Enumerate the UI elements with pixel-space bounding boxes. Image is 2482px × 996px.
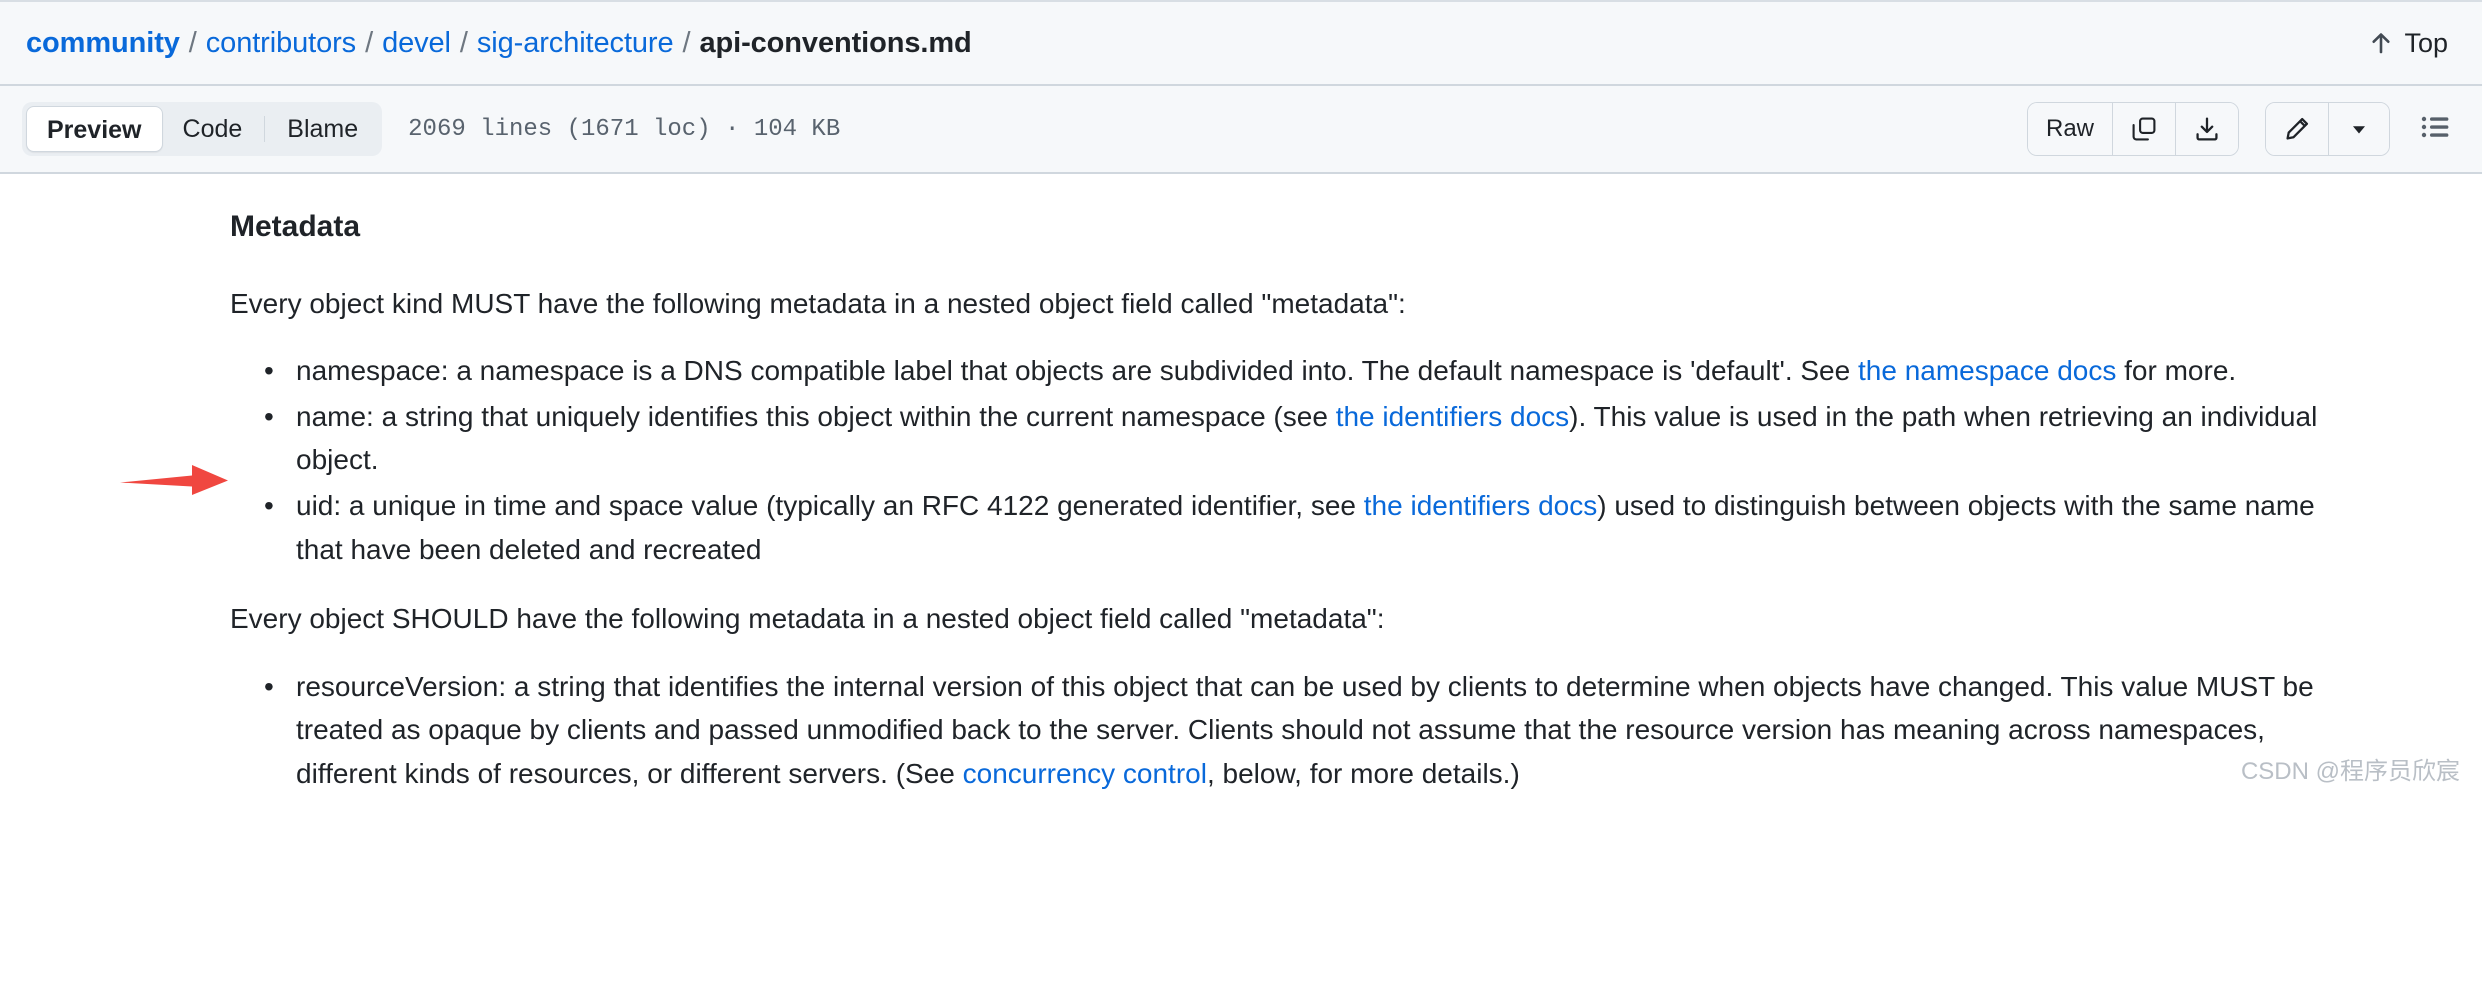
list-item-text-part2: for more.: [2116, 354, 2237, 386]
watermark: CSDN @程序员欣宸: [2240, 757, 2460, 785]
copy-button[interactable]: [2113, 103, 2176, 155]
toolbar-right: Raw: [2026, 102, 2456, 156]
file-header: community / contributors / devel / sig-a…: [0, 0, 2482, 86]
tab-blame[interactable]: Blame: [267, 106, 378, 152]
arrow-up-icon: [2368, 30, 2394, 56]
top-button-label: Top: [2404, 27, 2448, 58]
edit-group: [2265, 102, 2390, 156]
list-unordered-icon: [2420, 111, 2452, 148]
markdown-content: Metadata Every object kind MUST have the…: [0, 174, 2482, 796]
breadcrumb-separator: /: [682, 26, 691, 59]
toolbar-left: Preview Code Blame 2069 lines (1671 loc)…: [22, 102, 840, 156]
breadcrumb-separator: /: [459, 26, 468, 59]
copy-icon: [2131, 116, 2157, 142]
outline-button[interactable]: [2416, 107, 2456, 152]
list-item-text-part1: name: a string that uniquely identifies …: [296, 400, 1336, 432]
breadcrumb-current-file: api-conventions.md: [699, 26, 972, 59]
download-button[interactable]: [2176, 103, 2238, 155]
breadcrumb-item-devel[interactable]: devel: [382, 27, 451, 60]
paragraph-must: Every object kind MUST have the followin…: [230, 287, 1406, 319]
raw-button[interactable]: Raw: [2027, 103, 2113, 155]
breadcrumb-separator: /: [365, 26, 374, 59]
list-item: namespace: a namespace is a DNS compatib…: [264, 349, 2362, 393]
breadcrumb-separator: /: [188, 26, 197, 59]
pencil-icon: [2284, 116, 2310, 142]
file-stats: 2069 lines (1671 loc) · 104 KB: [408, 115, 841, 143]
edit-button[interactable]: [2266, 103, 2329, 155]
paragraph-should: Every object SHOULD have the following m…: [230, 603, 1385, 635]
list-item-text-part1: namespace: a namespace is a DNS compatib…: [296, 354, 1858, 386]
must-metadata-list: namespace: a namespace is a DNS compatib…: [230, 349, 2362, 571]
chevron-down-icon: [2347, 117, 2371, 141]
breadcrumb-item-community[interactable]: community: [26, 27, 180, 60]
breadcrumb: community / contributors / devel / sig-a…: [26, 27, 972, 60]
file-toolbar: Preview Code Blame 2069 lines (1671 loc)…: [0, 86, 2482, 174]
breadcrumb-item-sig-architecture[interactable]: sig-architecture: [477, 27, 674, 60]
raw-copy-download-group: Raw: [2026, 102, 2239, 156]
should-metadata-list: resourceVersion: a string that identifie…: [230, 665, 2362, 796]
list-item: uid: a unique in time and space value (t…: [264, 484, 2362, 571]
list-item: name: a string that uniquely identifies …: [264, 395, 2362, 482]
top-button[interactable]: Top: [2368, 28, 2454, 59]
list-item: resourceVersion: a string that identifie…: [264, 665, 2362, 796]
link-concurrency-control[interactable]: concurrency control: [963, 758, 1207, 789]
edit-dropdown-button[interactable]: [2329, 103, 2389, 155]
link-namespace-docs[interactable]: the namespace docs: [1858, 355, 2116, 386]
tab-divider: [264, 116, 266, 142]
list-item-text-part2: , below, for more details.): [1206, 757, 1520, 789]
markdown-inner: Metadata Every object kind MUST have the…: [0, 174, 2482, 796]
section-heading-metadata: Metadata: [230, 210, 361, 243]
download-icon: [2194, 116, 2220, 142]
breadcrumb-item-contributors[interactable]: contributors: [206, 27, 356, 60]
tab-preview[interactable]: Preview: [26, 106, 163, 152]
link-identifiers-docs[interactable]: the identifiers docs: [1364, 490, 1597, 521]
tab-code[interactable]: Code: [163, 106, 263, 152]
list-item-text-part1: uid: a unique in time and space value (t…: [296, 489, 1364, 521]
view-mode-tabs: Preview Code Blame: [22, 102, 383, 156]
link-identifiers-docs[interactable]: the identifiers docs: [1336, 401, 1569, 432]
